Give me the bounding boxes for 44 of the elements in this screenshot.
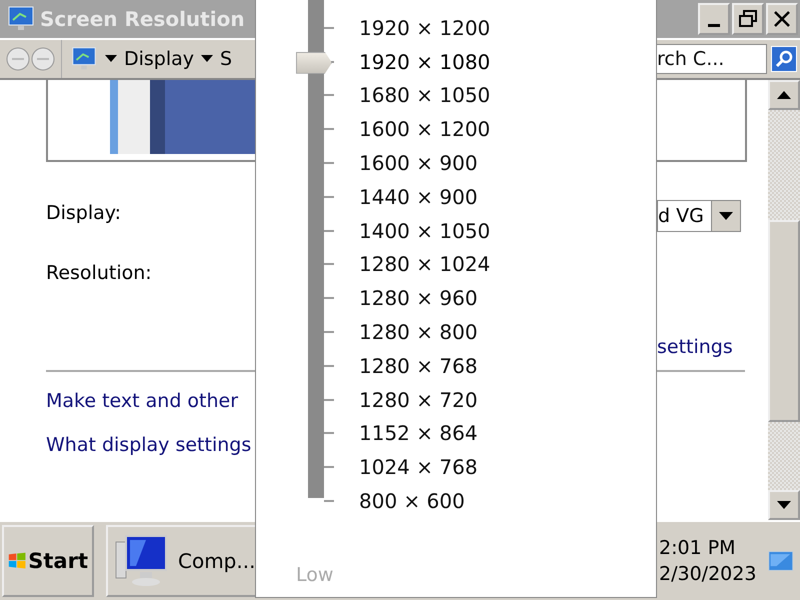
breadcrumb[interactable]: S [220, 48, 232, 70]
window-title: Screen Resolution [40, 7, 245, 31]
resolution-option[interactable]: 1600 × 1200 [359, 117, 490, 142]
scrollbar[interactable] [768, 80, 800, 520]
caret-icon[interactable] [200, 54, 214, 64]
resolution-option[interactable]: 1280 × 1024 [359, 252, 490, 276]
minimize-button[interactable] [698, 3, 730, 35]
low-label: Low [296, 564, 334, 586]
resolution-option[interactable]: 1920 × 1080 [359, 50, 490, 74]
minimize-icon [708, 24, 720, 26]
display-dropdown[interactable]: d VG [657, 200, 741, 232]
resolution-option[interactable]: 1680 × 1050 [359, 83, 490, 108]
help-link[interactable]: Make text and other [0, 390, 255, 412]
advanced-settings-link[interactable]: settings [657, 336, 768, 358]
resolution-option[interactable]: 1280 × 960 [359, 286, 478, 310]
search-icon [774, 49, 794, 69]
resolution-option[interactable]: 1152 × 864 [359, 421, 478, 446]
resolution-option[interactable]: 1280 × 768 [359, 354, 478, 378]
restore-icon [739, 10, 757, 28]
resolution-option[interactable]: 800 × 600 [359, 489, 465, 514]
caret-icon[interactable] [104, 54, 118, 64]
close-button[interactable] [766, 3, 798, 35]
help-link[interactable]: What display settings [0, 434, 255, 456]
scroll-down-icon [776, 500, 792, 510]
resolution-option[interactable]: 1024 × 768 [359, 455, 478, 480]
slider-thumb[interactable] [296, 52, 332, 74]
restore-button[interactable] [732, 3, 764, 35]
clock-time: 2:01 PM [659, 537, 737, 559]
resolution-option[interactable]: 1440 × 900 [359, 184, 478, 209]
resolution-option[interactable]: 1400 × 1050 [359, 218, 490, 243]
breadcrumb[interactable]: Display [124, 48, 194, 70]
close-icon [773, 10, 791, 28]
resolution-option[interactable]: 1280 × 720 [359, 388, 478, 412]
caret-icon [718, 211, 734, 221]
resolution-option[interactable]: 1280 × 800 [359, 320, 478, 344]
resolution-option[interactable]: 1600 × 900 [359, 151, 478, 176]
search-field[interactable]: rch C... [657, 44, 767, 74]
display-label: Display: [46, 202, 122, 224]
scroll-up-icon [776, 90, 792, 100]
clock-date: 2/30/2023 [659, 563, 756, 585]
start-button[interactable]: Start [2, 525, 94, 597]
resolution-option[interactable]: 1920 × 1200 [359, 16, 490, 40]
search-button[interactable] [771, 46, 797, 72]
resolution-label: Resolution: [46, 262, 152, 284]
